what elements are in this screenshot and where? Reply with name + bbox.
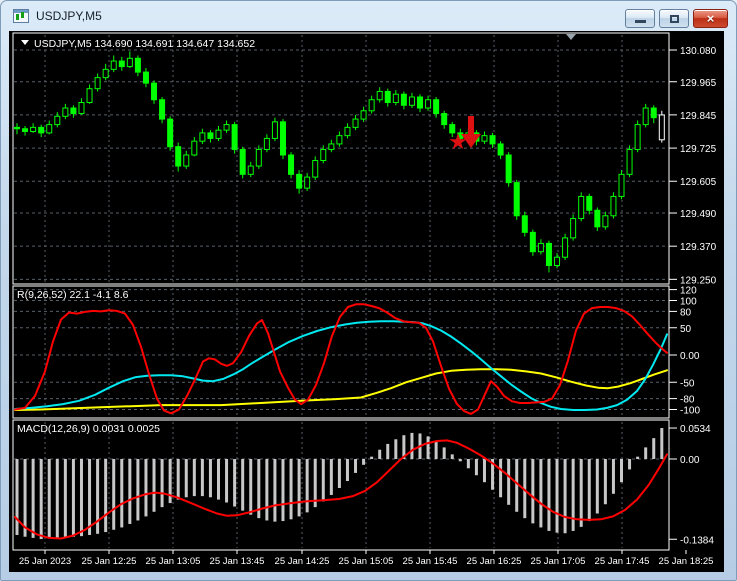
close-button[interactable]: × <box>693 9 728 28</box>
chart-window: USDJPY,M5 × 130.080 129.965 129.845 129.725… <box>0 0 737 581</box>
window-title: USDJPY,M5 <box>36 9 102 23</box>
caption-buttons: × <box>625 9 728 28</box>
titlebar[interactable]: USDJPY,M5 × <box>1 1 736 31</box>
chart-client-area[interactable] <box>9 31 724 572</box>
chart-window-icon <box>13 9 29 23</box>
restore-button[interactable] <box>659 9 689 28</box>
minimize-button[interactable] <box>625 9 655 28</box>
close-icon: × <box>706 11 715 26</box>
minimize-icon <box>634 20 646 23</box>
restore-icon <box>669 14 679 23</box>
